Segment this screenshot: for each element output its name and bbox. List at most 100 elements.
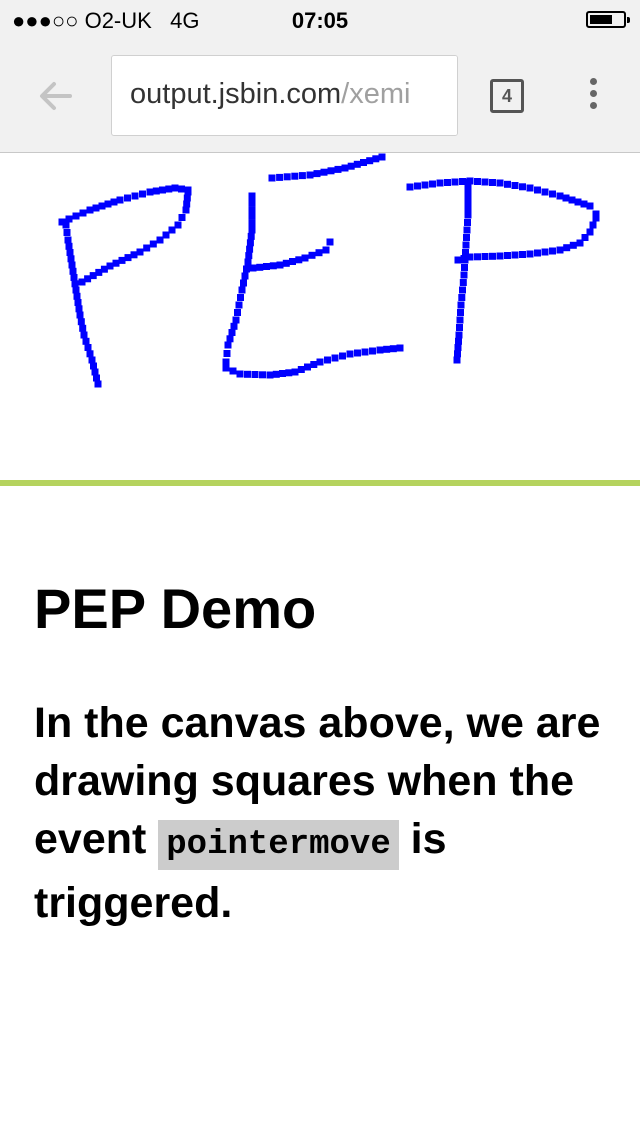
drawn-square: [326, 238, 334, 246]
drawn-square: [268, 174, 276, 182]
drawn-square: [86, 206, 94, 214]
overflow-menu-icon[interactable]: [584, 78, 602, 116]
drawn-square: [79, 324, 87, 332]
drawn-square: [576, 239, 584, 247]
back-button[interactable]: [36, 78, 76, 114]
drawn-square: [369, 347, 376, 355]
drawn-square: [436, 179, 444, 187]
drawing-canvas[interactable]: [0, 153, 640, 480]
drawn-square: [519, 183, 526, 191]
drawn-square: [244, 370, 251, 378]
drawn-square: [178, 185, 185, 193]
drawn-square: [562, 194, 570, 202]
drawn-square: [376, 346, 384, 354]
browser-toolbar: output.jsbin.com/xemi 4: [0, 40, 640, 153]
drawn-square: [74, 299, 82, 306]
drawn-square: [461, 264, 468, 271]
pep-drawing: [58, 153, 600, 388]
drawn-square: [168, 226, 176, 234]
drawn-square: [464, 185, 472, 193]
drawn-square: [93, 374, 100, 382]
status-bar: ●●●○○ O2-UK 4G 07:05: [0, 0, 640, 40]
drawn-square: [263, 263, 270, 270]
drawn-square: [235, 301, 243, 309]
drawn-square: [223, 350, 231, 357]
drawn-square: [327, 167, 335, 175]
drawn-square: [574, 198, 582, 206]
drawn-square: [586, 202, 594, 210]
drawn-square: [459, 279, 467, 286]
drawn-square: [454, 256, 462, 264]
drawn-square: [481, 253, 489, 260]
tab-switcher-button[interactable]: 4: [490, 79, 524, 113]
drawn-square: [444, 179, 451, 186]
drawn-square: [246, 239, 254, 247]
drawn-square: [563, 244, 571, 252]
drawn-square: [592, 214, 600, 222]
drawn-square: [90, 362, 97, 370]
drawn-square: [511, 251, 519, 259]
drawn-square: [146, 188, 154, 196]
drawn-square: [75, 305, 83, 313]
page-description: In the canvas above, we are drawing squa…: [34, 694, 624, 932]
drawn-square: [389, 345, 397, 353]
drawn-square: [304, 363, 311, 371]
drawn-square: [455, 331, 463, 339]
drawn-square: [464, 204, 472, 212]
drawn-square: [67, 255, 75, 263]
drawn-square: [406, 183, 414, 191]
drawn-square: [236, 370, 244, 378]
drawn-square: [464, 211, 472, 219]
url-host: output.jsbin.com: [130, 78, 342, 110]
drawn-square: [353, 160, 361, 168]
drawn-square: [222, 364, 230, 372]
drawn-square: [77, 318, 85, 326]
url-bar[interactable]: output.jsbin.com/xemi: [111, 55, 458, 136]
drawn-square: [451, 178, 459, 186]
drawn-square: [341, 164, 349, 172]
drawn-square: [245, 252, 253, 260]
drawn-square: [460, 271, 468, 279]
drawn-square: [324, 356, 331, 364]
drawn-square: [63, 229, 71, 236]
drawn-square: [489, 252, 496, 260]
event-name-code: pointermove: [158, 820, 399, 870]
drawn-square: [248, 219, 256, 227]
drawn-square: [247, 232, 255, 240]
clock: 07:05: [291, 8, 349, 33]
drawn-square: [136, 248, 144, 256]
drawn-square: [68, 261, 76, 269]
drawn-square: [71, 280, 79, 288]
drawn-square: [291, 172, 299, 180]
drawn-square: [131, 192, 139, 200]
drawn-square: [489, 179, 496, 186]
drawn-square: [98, 202, 106, 210]
drawn-square: [457, 309, 464, 316]
drawn-square: [92, 204, 100, 212]
drawn-square: [226, 335, 234, 343]
drawn-square: [295, 256, 303, 264]
drawn-square: [455, 337, 462, 345]
drawn-square: [72, 212, 80, 220]
drawn-square: [526, 250, 534, 258]
drawn-square: [306, 171, 314, 179]
drawn-square: [285, 369, 293, 377]
drawn-square: [165, 185, 173, 193]
drawn-square: [86, 350, 94, 358]
drawn-square: [283, 173, 291, 181]
drawn-square: [504, 252, 511, 259]
drawn-square: [464, 191, 472, 199]
drawn-square: [248, 199, 256, 207]
drawn-square: [464, 198, 472, 206]
drawn-square: [556, 192, 564, 200]
drawn-square: [297, 366, 305, 373]
drawn-square: [248, 206, 256, 214]
drawn-square: [308, 251, 316, 259]
drawn-square: [73, 292, 81, 300]
drawn-square: [224, 341, 232, 349]
drawn-square: [229, 367, 237, 375]
drawn-square: [298, 172, 306, 180]
drawn-square: [248, 192, 256, 200]
drawn-square: [461, 256, 469, 264]
drawn-square: [474, 178, 481, 185]
